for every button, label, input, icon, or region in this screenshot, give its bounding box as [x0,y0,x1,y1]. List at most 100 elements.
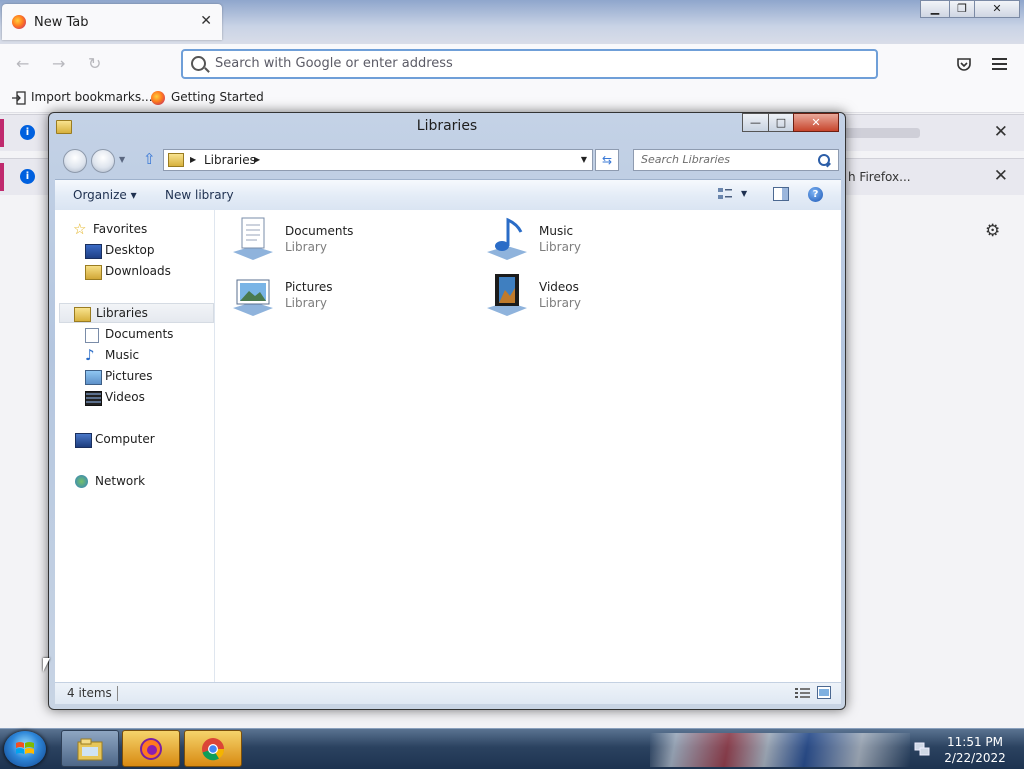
minimize-button[interactable]: — [742,113,769,132]
library-documents[interactable]: Documents Library [231,216,471,264]
firefox-navbar: ← → ↻ Search with Google or enter addres… [0,44,1024,84]
notification-close-icon[interactable]: ✕ [994,122,1008,142]
library-name: Pictures [285,280,333,294]
nav-network[interactable]: Network [75,472,205,492]
downloads-folder-icon [85,265,102,280]
status-bar: 4 items [55,682,841,704]
pictures-library-icon [233,279,273,316]
firefox-icon [140,738,162,760]
item-count: 4 items [67,686,112,700]
libraries-folder-icon [168,153,184,167]
library-name: Music [539,224,574,238]
taskbar: 11:51 PM 2/22/2022 [0,728,1024,769]
library-videos[interactable]: Videos Library [485,272,725,320]
back-arrow-icon[interactable]: ← [16,54,29,73]
info-icon: i [20,169,35,184]
library-type: Library [539,240,581,254]
help-icon[interactable]: ? [808,187,823,202]
clock-date: 2/22/2022 [944,751,1006,765]
music-note-icon: ♪ [85,346,95,364]
chrome-icon [202,738,225,761]
taskbar-explorer[interactable] [61,730,119,767]
notification-close-icon[interactable]: ✕ [994,166,1008,186]
notification-text: h Firefox... [848,170,911,184]
taskbar-firefox[interactable] [122,730,180,767]
import-icon [12,91,26,105]
firefox-bookmark-icon [151,91,165,105]
nav-pictures[interactable]: Pictures [85,367,205,387]
library-type: Library [285,240,327,254]
nav-music[interactable]: ♪ Music [85,346,205,366]
nav-favorites[interactable]: ☆ Favorites [73,220,203,240]
system-clock[interactable]: 11:51 PM 2/22/2022 [940,734,1010,766]
reload-icon[interactable]: ↻ [88,54,101,73]
notification-accent [0,163,4,191]
pocket-icon[interactable] [956,56,972,72]
firefox-close-button[interactable]: ✕ [974,0,1020,18]
navigation-pane: ☆ Favorites Desktop Downloads Libraries … [55,210,215,682]
pictures-icon [85,370,102,385]
details-view-icon[interactable] [795,687,810,699]
maximize-button[interactable]: □ [768,113,794,132]
gear-icon[interactable]: ⚙ [985,221,1000,241]
library-music[interactable]: Music Library [485,216,725,264]
desktop-icon [85,244,102,259]
url-bar[interactable]: Search with Google or enter address [181,49,878,79]
start-button[interactable] [4,731,46,767]
bookmarks-toolbar: Import bookmarks... Getting Started [0,84,1024,113]
firefox-restore-button[interactable]: ❐ [949,0,975,18]
windows-logo-icon [16,742,34,754]
taskbar-chrome[interactable] [184,730,242,767]
firefox-minimize-button[interactable]: ▁ [920,0,950,18]
tiles-view-icon[interactable] [817,686,831,699]
tab-close-icon[interactable]: ✕ [200,13,212,29]
forward-button[interactable] [91,149,115,173]
preview-pane-icon[interactable] [773,187,789,201]
videos-library-icon [487,274,527,316]
breadcrumb-arrow-icon[interactable]: ▶ [190,155,196,164]
recent-pages-dropdown-icon[interactable]: ▼ [119,155,125,164]
forward-arrow-icon[interactable]: → [52,54,65,73]
library-name: Documents [285,224,354,238]
organize-button[interactable]: Organize ▾ [73,188,137,202]
search-icon [191,56,206,71]
new-library-button[interactable]: New library [165,188,234,202]
search-placeholder: Search Libraries [641,153,731,166]
nav-documents[interactable]: Documents [85,325,205,345]
close-button[interactable]: ✕ [793,113,839,132]
library-pictures[interactable]: Pictures Library [231,272,471,320]
bookmark-import[interactable]: Import bookmarks... [31,90,153,104]
menu-hamburger-icon[interactable] [992,57,1007,71]
change-view-icon[interactable] [717,187,733,201]
firefox-favicon-icon [12,15,26,29]
firefox-tabstrip: New Tab ✕ ▁ ❐ ✕ [0,0,1024,44]
notification-blurred-text [840,128,920,138]
nav-desktop[interactable]: Desktop [85,241,205,261]
command-bar: Organize ▾ New library ▼ ? [55,179,841,211]
nav-computer[interactable]: Computer [75,430,205,450]
search-icon [818,154,830,166]
videos-icon [85,391,102,406]
tab-new-tab[interactable]: New Tab ✕ [2,4,222,40]
address-bar[interactable]: ▶ Libraries ▶ ▼ [163,149,593,171]
up-arrow-icon[interactable]: ⇧ [143,150,156,168]
refresh-button[interactable]: ⇆ [595,149,619,171]
nav-downloads[interactable]: Downloads [85,262,205,282]
search-input[interactable]: Search Libraries [633,149,839,171]
windows-explorer-icon [77,738,103,761]
bookmark-getting-started[interactable]: Getting Started [171,90,264,104]
breadcrumb-arrow-icon[interactable]: ▶ [254,155,260,164]
library-type: Library [539,296,581,310]
address-row: ▼ ⇧ ▶ Libraries ▶ ▼ ⇆ Search Libraries [55,147,841,173]
breadcrumb[interactable]: Libraries [204,153,256,167]
network-tray-icon[interactable] [914,742,930,756]
url-placeholder: Search with Google or enter address [215,56,453,71]
nav-libraries[interactable]: Libraries [59,303,214,323]
view-dropdown-icon[interactable]: ▼ [741,189,747,198]
library-type: Library [285,296,327,310]
explorer-client: ☆ Favorites Desktop Downloads Libraries … [55,210,841,682]
back-button[interactable] [63,149,87,173]
notification-accent [0,119,4,147]
nav-videos[interactable]: Videos [85,388,205,408]
address-dropdown-icon[interactable]: ▼ [581,155,587,164]
